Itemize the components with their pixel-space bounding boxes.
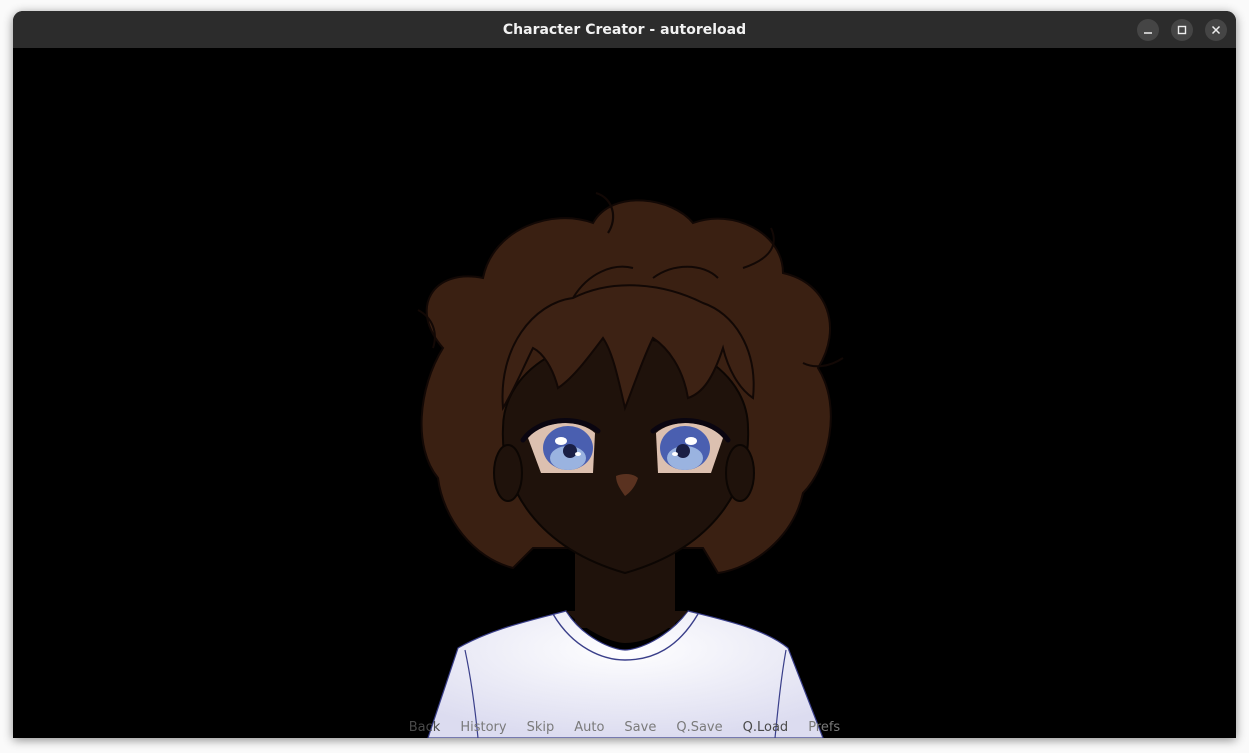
history-button[interactable]: History <box>450 720 516 735</box>
quick-menu: Back History Skip Auto Save Q.Save Q.Loa… <box>13 716 1236 738</box>
game-scene[interactable]: Back History Skip Auto Save Q.Save Q.Loa… <box>13 48 1236 738</box>
minimize-icon <box>1144 32 1152 34</box>
window-title: Character Creator - autoreload <box>502 21 747 38</box>
save-button[interactable]: Save <box>614 720 666 735</box>
close-icon <box>1211 25 1221 35</box>
right-ear <box>725 444 755 502</box>
quick-load-button[interactable]: Q.Load <box>733 720 799 735</box>
quick-save-button[interactable]: Q.Save <box>666 720 732 735</box>
auto-button[interactable]: Auto <box>564 720 614 735</box>
minimize-button[interactable] <box>1137 19 1159 41</box>
preferences-button[interactable]: Prefs <box>798 720 850 735</box>
close-button[interactable] <box>1205 19 1227 41</box>
left-ear <box>493 444 523 502</box>
character-sprite <box>417 191 844 738</box>
skip-button[interactable]: Skip <box>517 720 565 735</box>
game-window: Character Creator - autoreload Back Hist… <box>13 11 1236 738</box>
title-bar[interactable]: Character Creator - autoreload <box>13 11 1236 48</box>
maximize-icon <box>1177 25 1187 35</box>
maximize-button[interactable] <box>1171 19 1193 41</box>
back-button[interactable]: Back <box>399 720 451 735</box>
